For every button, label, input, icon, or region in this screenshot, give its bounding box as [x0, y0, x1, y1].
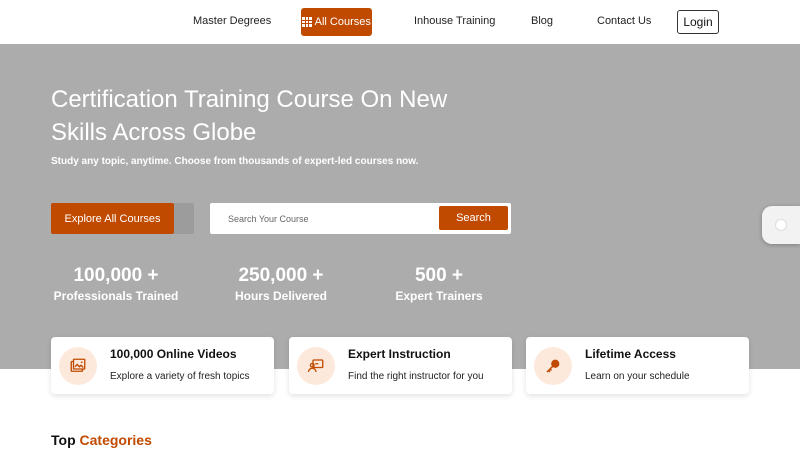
feature-title: Lifetime Access — [585, 347, 676, 361]
nav-contact-us[interactable]: Contact Us — [597, 15, 651, 27]
heading-accent: Categories — [79, 432, 152, 448]
feature-title: Expert Instruction — [348, 347, 451, 361]
feature-desc: Explore a variety of fresh topics — [110, 371, 250, 382]
nav-all-courses[interactable]: All Courses — [301, 8, 372, 36]
stat-professionals: 100,000 + Professionals Trained — [36, 264, 196, 304]
key-icon — [534, 347, 572, 385]
side-chat-widget[interactable] — [762, 206, 800, 244]
nav-master-degrees[interactable]: Master Degrees — [193, 15, 271, 27]
search-input[interactable] — [218, 207, 438, 230]
search-button[interactable]: Search — [439, 206, 508, 230]
stat-hours: 250,000 + Hours Delivered — [201, 264, 361, 304]
nav-all-courses-label: All Courses — [314, 16, 371, 28]
feature-desc: Learn on your schedule — [585, 371, 690, 382]
stat-label: Expert Trainers — [395, 289, 483, 303]
chat-icon — [775, 219, 787, 231]
grid-icon — [302, 17, 312, 27]
feature-title: 100,000 Online Videos — [110, 347, 237, 361]
explore-button-shadow — [174, 203, 194, 234]
nav-inhouse-training[interactable]: Inhouse Training — [414, 15, 495, 27]
explore-all-courses-button[interactable]: Explore All Courses — [51, 203, 174, 234]
video-gallery-icon — [59, 347, 97, 385]
feature-desc: Find the right instructor for you — [348, 371, 484, 382]
feature-card-videos: 100,000 Online Videos Explore a variety … — [51, 337, 274, 394]
login-button[interactable]: Login — [677, 10, 719, 34]
navbar: Master Degrees All Courses Inhouse Train… — [0, 0, 800, 44]
stat-value: 500 + — [414, 265, 464, 286]
hero-subtitle: Study any topic, anytime. Choose from th… — [51, 156, 419, 167]
top-categories-heading: Top Categories — [51, 432, 152, 448]
hero-title: Certification Training Course On New Ski… — [51, 86, 448, 146]
stat-label: Professionals Trained — [53, 289, 179, 303]
nav-blog[interactable]: Blog — [531, 15, 553, 27]
stat-value: 100,000 + — [73, 265, 159, 286]
feature-card-access: Lifetime Access Learn on your schedule — [526, 337, 749, 394]
search-box: Search — [210, 203, 511, 234]
heading-prefix: Top — [51, 432, 76, 448]
feature-card-instruction: Expert Instruction Find the right instru… — [289, 337, 512, 394]
instructor-icon — [297, 347, 335, 385]
stat-trainers: 500 + Expert Trainers — [359, 264, 519, 304]
stat-value: 250,000 + — [238, 265, 324, 286]
stat-label: Hours Delivered — [234, 289, 328, 303]
